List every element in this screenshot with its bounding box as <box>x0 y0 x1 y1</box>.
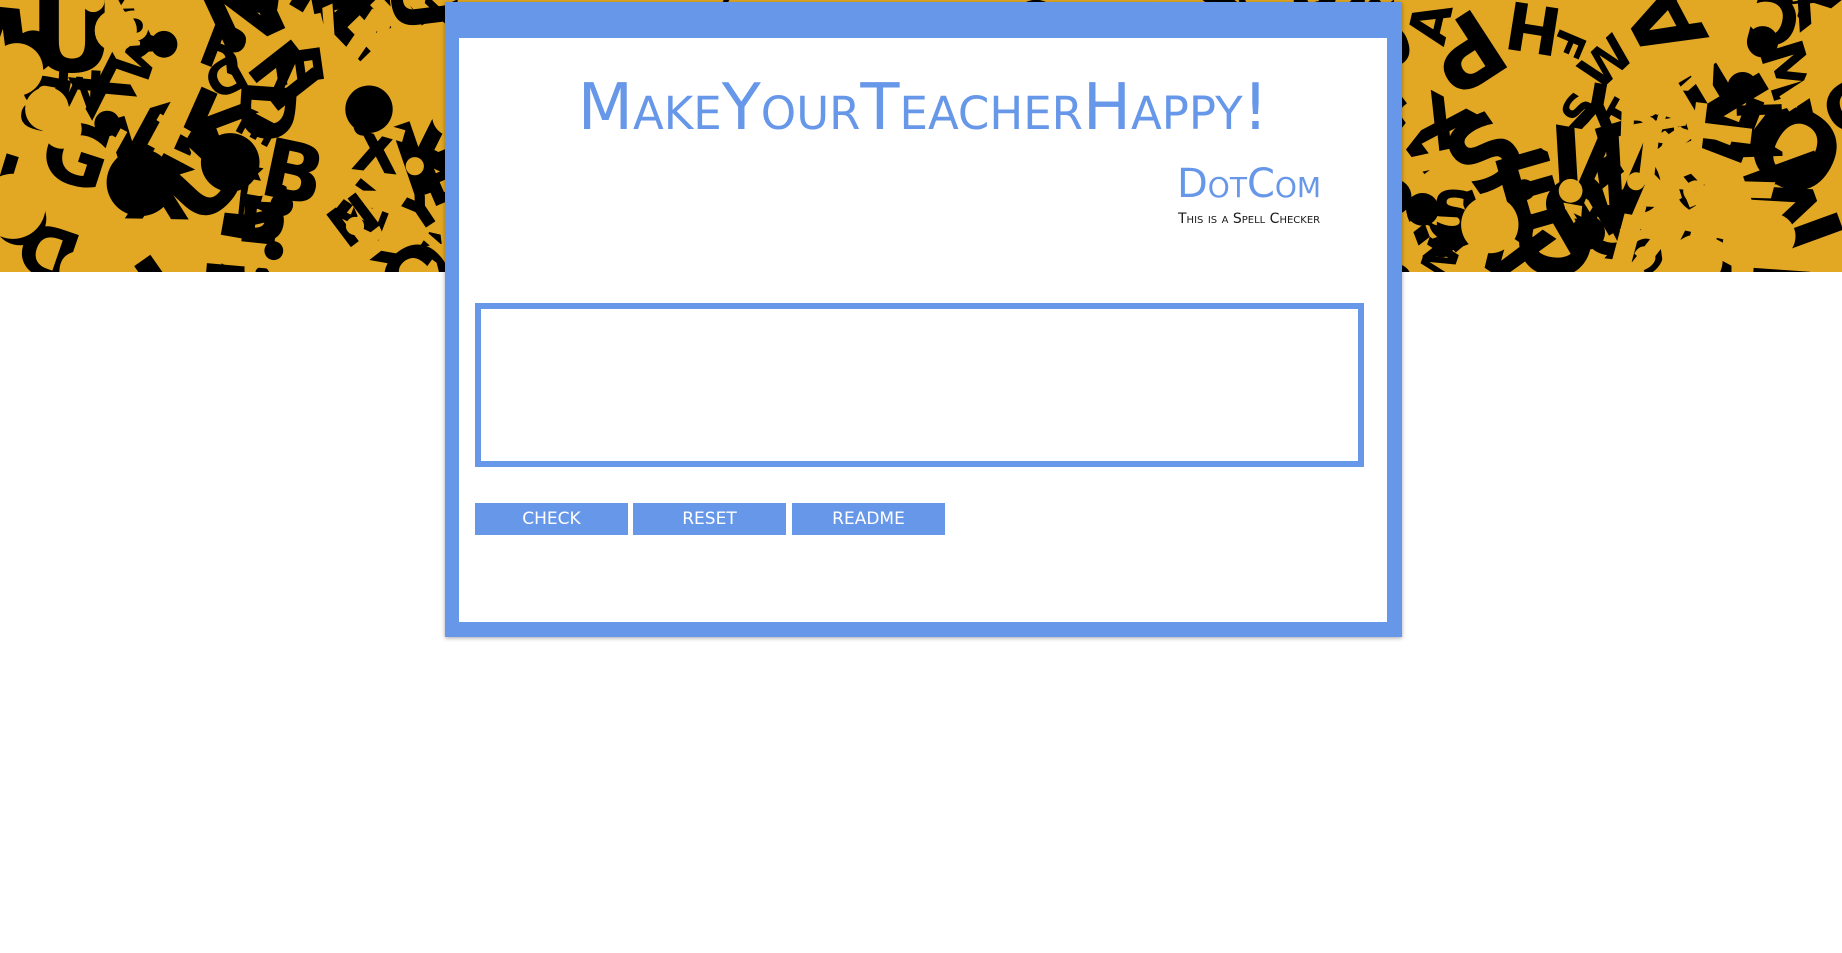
page: ZKGGEUZJCKZNZCQNCVEGMQASASKJHDMDNXJPNZGR… <box>0 0 1842 953</box>
panel-content: MakeYourTeacherHappy! DotCom This is a S… <box>459 38 1387 622</box>
text-input[interactable] <box>481 309 1358 461</box>
readme-button[interactable]: README <box>792 503 945 535</box>
svg-text:U: U <box>40 241 132 272</box>
reset-button[interactable]: RESET <box>633 503 786 535</box>
check-button[interactable]: CHECK <box>475 503 628 535</box>
spell-checker-panel: MakeYourTeacherHappy! DotCom This is a S… <box>445 2 1402 637</box>
site-title: MakeYourTeacherHappy! <box>577 71 1269 145</box>
text-input-box <box>475 303 1364 467</box>
site-subtitle: DotCom <box>1177 161 1322 207</box>
site-tagline: This is a Spell Checker <box>1178 211 1321 227</box>
